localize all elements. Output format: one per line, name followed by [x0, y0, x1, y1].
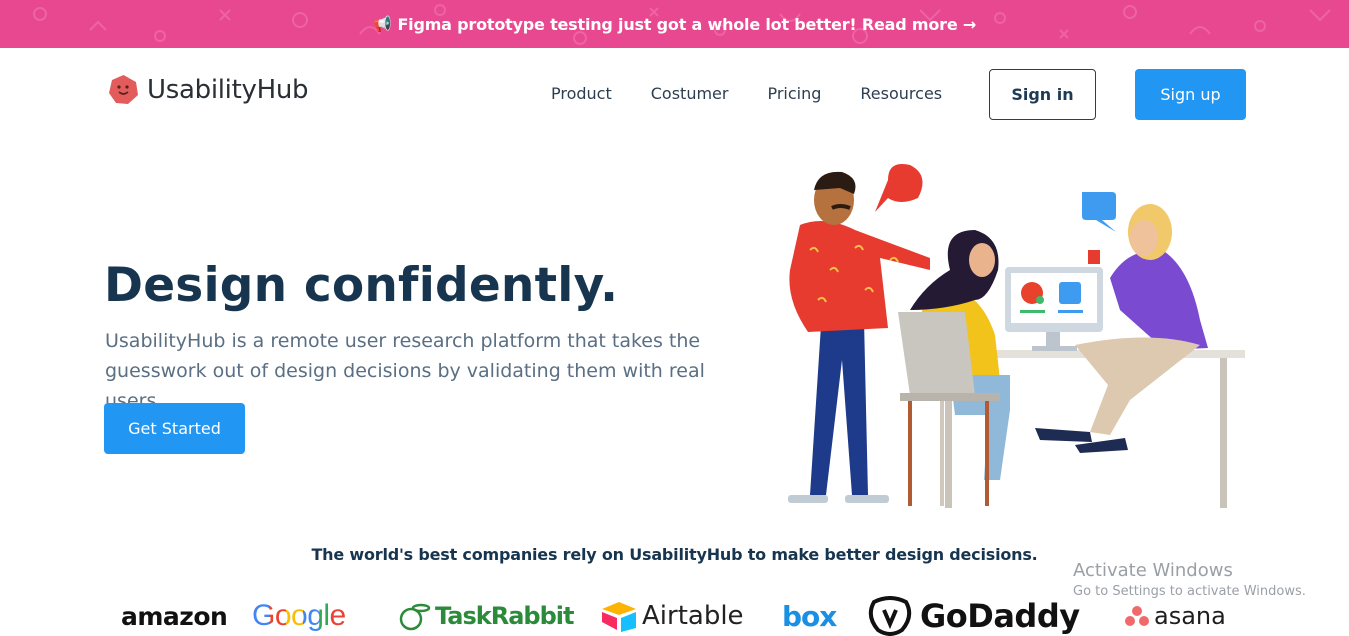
watermark-subtitle: Go to Settings to activate Windows. [1073, 584, 1306, 599]
announcement-banner[interactable]: 📢 Figma prototype testing just got a who… [0, 0, 1349, 48]
sign-in-button[interactable]: Sign in [989, 69, 1096, 120]
nav-link-resources[interactable]: Resources [860, 84, 942, 103]
taskrabbit-logo-text: TaskRabbit [435, 602, 574, 630]
godaddy-icon [868, 596, 912, 636]
google-logo-text: Google [252, 599, 346, 632]
watermark-title: Activate Windows [1073, 560, 1233, 581]
godaddy-logo-text: GoDaddy [920, 597, 1080, 635]
desk-leg [1220, 358, 1227, 508]
airtable-logo: Airtable [600, 596, 744, 636]
nav-link-product[interactable]: Product [551, 84, 612, 103]
screen-blue-square [1059, 282, 1081, 304]
woman2-shirt [1110, 250, 1208, 350]
airtable-logo-text: Airtable [642, 601, 744, 631]
brand-logo[interactable]: UsabilityHub [108, 74, 309, 105]
nav-links: Product Costumer Pricing Resources [551, 84, 981, 103]
box-logo-text: box [782, 599, 837, 633]
hero-title: Design confidently. [104, 258, 619, 313]
chair-back [898, 312, 975, 395]
red-speech-bubble [875, 164, 923, 212]
asana-icon [1125, 606, 1149, 626]
coffee-cup [1088, 250, 1100, 264]
amazon-logo-text: amazon [121, 601, 228, 631]
rabbit-icon [399, 603, 431, 631]
hero-illustration [788, 164, 1245, 508]
nav-link-pricing[interactable]: Pricing [767, 84, 821, 103]
company-logos: amazon Google TaskRabbit Airtable box Go… [0, 596, 1349, 636]
box-logo: box [782, 596, 837, 636]
megaphone-icon: 📢 [372, 15, 392, 33]
asana-logo-text: asana [1154, 602, 1226, 630]
top-navigation: UsabilityHub Product Costumer Pricing Re… [0, 48, 1349, 140]
amazon-logo: amazon [121, 596, 228, 636]
google-logo: Google [252, 596, 346, 636]
logo-icon [109, 75, 138, 104]
get-started-button[interactable]: Get Started [104, 403, 245, 454]
windows-activation-watermark: Activate Windows Go to Settings to activ… [1073, 560, 1306, 599]
banner-text[interactable]: Figma prototype testing just got a whole… [397, 15, 976, 34]
nav-link-customer[interactable]: Costumer [651, 84, 729, 103]
man-pants [810, 310, 868, 495]
taskrabbit-logo: TaskRabbit [395, 596, 574, 636]
blue-speech-bubble [1082, 192, 1116, 232]
woman2-pants [1075, 337, 1200, 435]
airtable-icon [602, 602, 636, 632]
logo-text: UsabilityHub [147, 74, 309, 105]
godaddy-logo: GoDaddy [864, 596, 1080, 636]
sign-up-button[interactable]: Sign up [1135, 69, 1246, 120]
asana-logo: asana [1124, 596, 1226, 636]
banner-message[interactable]: 📢 Figma prototype testing just got a who… [373, 15, 976, 34]
